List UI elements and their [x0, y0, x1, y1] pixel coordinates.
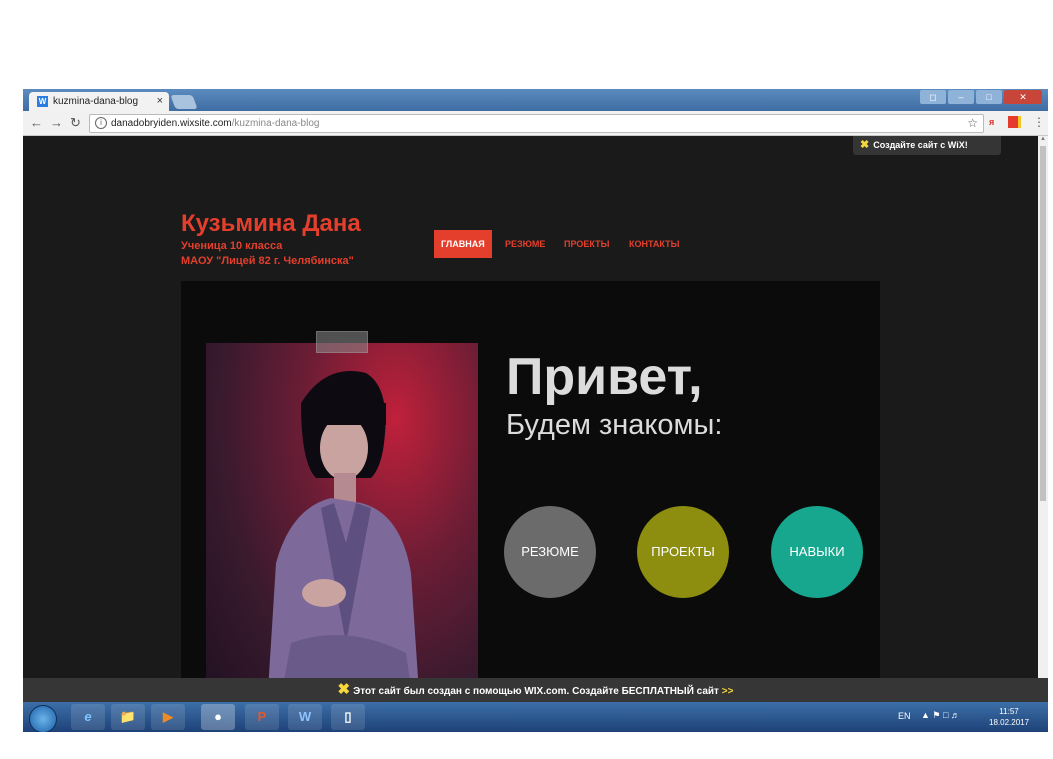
internet-explorer-icon[interactable]: e	[71, 704, 105, 730]
wix-create-badge[interactable]: ✖ Создайте сайт с WiX!	[853, 136, 1001, 155]
word-icon[interactable]: W	[288, 704, 322, 730]
yandex-extension-icon[interactable]: я	[989, 117, 997, 127]
forward-icon[interactable]: →	[50, 115, 63, 130]
back-icon[interactable]: ←	[30, 115, 43, 130]
scroll-up-icon[interactable]: ▲	[1040, 136, 1046, 142]
nav-home[interactable]: ГЛАВНАЯ	[434, 230, 492, 258]
window-minimize-icon[interactable]: –	[948, 90, 974, 104]
tab-title: kuzmina-dana-blog	[53, 96, 139, 107]
skills-circle-button[interactable]: НАВЫКИ	[771, 506, 863, 598]
nav-projects[interactable]: ПРОЕКТЫ	[564, 230, 609, 258]
powerpoint-icon[interactable]: P	[245, 704, 279, 730]
browser-tab[interactable]: W kuzmina-dana-blog ×	[29, 92, 169, 111]
wix-footer-text: Этот сайт был создан с помощью WIX.com. …	[353, 686, 719, 697]
site-info-icon[interactable]: i	[95, 117, 107, 130]
site-title: Кузьмина Дана	[181, 210, 361, 237]
browser-menu-icon[interactable]: ⋮	[1033, 115, 1045, 129]
tab-strip: W kuzmina-dana-blog × ◻ – □ ✕	[23, 89, 1048, 111]
window-restore-icon[interactable]: ◻	[920, 90, 946, 104]
wix-favicon-icon: W	[37, 96, 48, 107]
nav-contacts[interactable]: КОНТАКТЫ	[629, 230, 679, 258]
hero-panel: Привет, Будем знакомы: РЕЗЮМЕ ПРОЕКТЫ НА…	[181, 281, 880, 703]
windows-start-button[interactable]	[29, 705, 57, 732]
address-bar[interactable]: i danadobryiden.wixsite.com/kuzmina-dana-…	[89, 114, 984, 133]
bookmark-star-icon[interactable]: ☆	[967, 115, 978, 132]
tab-close-icon[interactable]: ×	[157, 95, 163, 107]
chrome-icon[interactable]: ●	[201, 704, 235, 730]
window-maximize-icon[interactable]: □	[976, 90, 1002, 104]
wix-footer-banner[interactable]: ✖ Этот сайт был создан с помощью WIX.com.…	[23, 678, 1048, 702]
url-path: /kuzmina-dana-blog	[231, 118, 320, 129]
reload-icon[interactable]: ↻	[70, 115, 81, 131]
tape-decoration	[316, 331, 368, 353]
system-clock[interactable]: 11:57 18.02.2017	[989, 706, 1029, 728]
hero-greeting: Привет,	[506, 348, 703, 406]
wix-badge-text: Создайте сайт с WiX!	[873, 140, 968, 150]
clock-date: 18.02.2017	[989, 718, 1030, 727]
wix-logo-icon: ✖	[860, 139, 870, 151]
page-scrollbar[interactable]: ▲ ▼	[1038, 136, 1048, 703]
hero-subgreeting: Будем знакомы:	[506, 409, 723, 441]
browser-toolbar: ← → ↻ i danadobryiden.wixsite.com/kuzmina…	[23, 111, 1048, 136]
nav-resume[interactable]: РЕЗЮМЕ	[505, 230, 545, 258]
url-host: danadobryiden.wixsite.com	[111, 118, 232, 129]
projects-circle-button[interactable]: ПРОЕКТЫ	[637, 506, 729, 598]
paint-app-icon[interactable]: ▯	[331, 704, 365, 730]
window-close-icon[interactable]: ✕	[1004, 90, 1042, 104]
media-player-icon[interactable]: ▶	[151, 704, 185, 730]
file-explorer-icon[interactable]: 📁	[111, 704, 145, 730]
resume-circle-button[interactable]: РЕЗЮМЕ	[504, 506, 596, 598]
tray-icons[interactable]: ▲ ⚑ □ ♬	[921, 710, 960, 721]
site-subtitle-school: МАОУ "Лицей 82 г. Челябинска"	[181, 255, 354, 267]
browser-window: W kuzmina-dana-blog × ◻ – □ ✕ ← → ↻ i dan…	[23, 89, 1048, 732]
clock-time: 11:57	[999, 707, 1019, 716]
language-indicator[interactable]: EN	[898, 711, 911, 721]
bookmark-extension-icon[interactable]	[1008, 116, 1021, 128]
wix-footer-arrow: >>	[721, 686, 734, 697]
web-page: ✖ Создайте сайт с WiX! Кузьмина Дана Учен…	[23, 136, 1038, 703]
portrait-photo	[206, 343, 478, 703]
portrait-illustration	[267, 371, 420, 703]
window-controls: ◻ – □ ✕	[920, 90, 1042, 104]
windows-taskbar: e 📁 ▶ ● P W ▯ EN ▲ ⚑ □ ♬ 11:57 18.02.201…	[23, 702, 1048, 732]
scroll-thumb[interactable]	[1040, 146, 1046, 501]
wix-logo-icon: ✖	[337, 681, 351, 698]
site-subtitle-grade: Ученица 10 класса	[181, 240, 283, 252]
new-tab-button[interactable]	[170, 95, 198, 109]
